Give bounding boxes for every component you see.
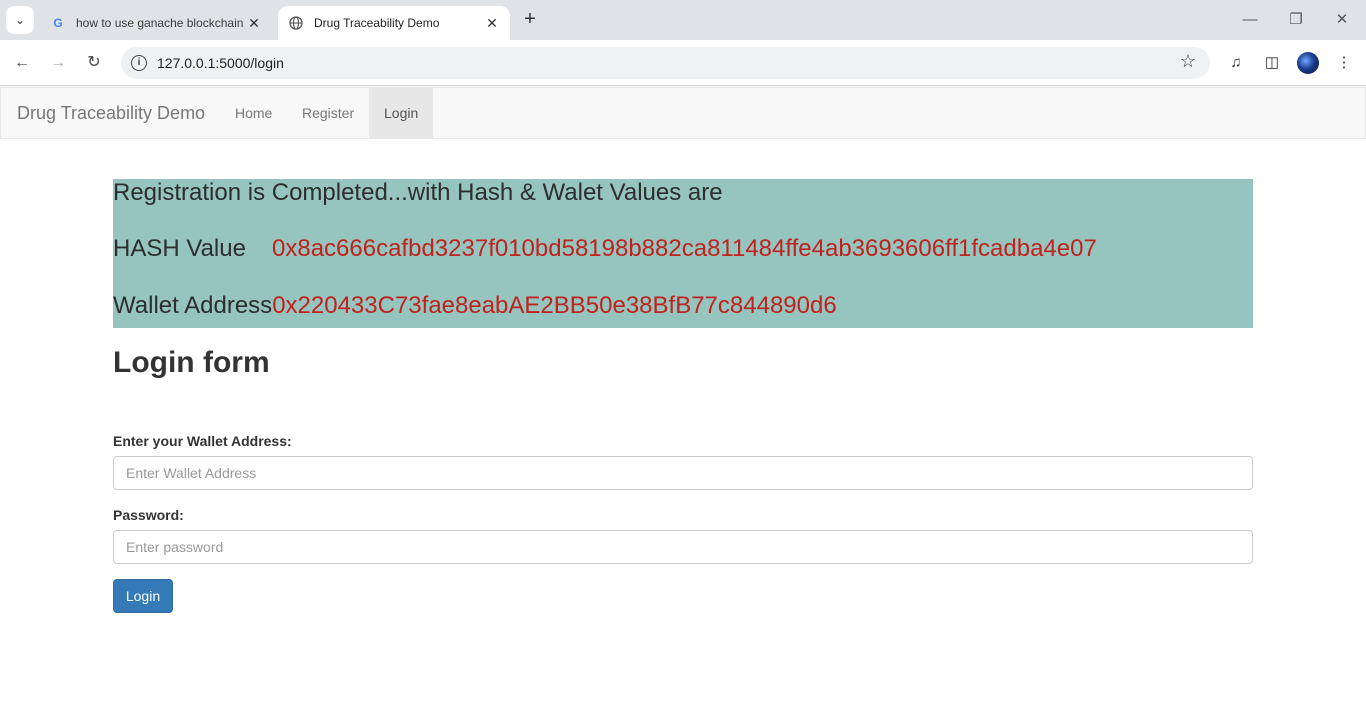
minimize-icon[interactable]: —	[1238, 8, 1262, 32]
browser-tab-drug-traceability[interactable]: Drug Traceability Demo ✕	[278, 6, 510, 40]
password-input[interactable]	[113, 530, 1253, 564]
profile-avatar[interactable]	[1297, 52, 1319, 74]
alert-message: Registration is Completed...with Hash & …	[113, 179, 723, 206]
close-icon[interactable]: ✕	[246, 15, 262, 32]
new-tab-button[interactable]: +	[518, 8, 542, 32]
window-close-icon[interactable]: ✕	[1330, 8, 1354, 32]
close-icon[interactable]: ✕	[484, 15, 500, 32]
reload-icon[interactable]: ↻	[82, 51, 106, 75]
site-brand[interactable]: Drug Traceability Demo	[17, 103, 205, 124]
login-button[interactable]: Login	[113, 579, 173, 613]
hash-label: HASH Value	[113, 235, 246, 262]
wallet-value: 0x220433C73fae8eabAE2BB50e38BfB77c844890…	[272, 292, 837, 319]
browser-tab-ganache[interactable]: G how to use ganache blockchain ✕	[40, 6, 272, 40]
tab-title: how to use ganache blockchain	[76, 16, 244, 30]
wallet-address-input[interactable]	[113, 456, 1253, 490]
page-title: Login form	[113, 346, 270, 379]
browser-toolbar: ← → ↻ i 127.0.0.1:5000/login ☆ ♫ ◫ ⋮	[0, 40, 1366, 86]
media-control-icon[interactable]: ♫	[1224, 51, 1248, 75]
google-icon: G	[53, 16, 63, 30]
forward-icon[interactable]: →	[46, 51, 70, 75]
address-bar[interactable]: i 127.0.0.1:5000/login ☆	[121, 47, 1210, 79]
hash-value: 0x8ac666cafbd3237f010bd58198b882ca811484…	[272, 235, 1097, 262]
registration-alert: Registration is Completed...with Hash & …	[113, 179, 1253, 328]
menu-kebab-icon[interactable]: ⋮	[1332, 51, 1356, 75]
password-label: Password:	[113, 507, 184, 523]
nav-link-home[interactable]: Home	[220, 88, 287, 138]
url-text: 127.0.0.1:5000/login	[157, 55, 284, 71]
browser-tab-bar: ⌄ G how to use ganache blockchain ✕ Drug…	[0, 0, 1366, 40]
site-navbar: Drug Traceability Demo Home Register Log…	[0, 87, 1366, 139]
side-panel-icon[interactable]: ◫	[1260, 51, 1284, 75]
wallet-row: Wallet Address0x220433C73fae8eabAE2BB50e…	[113, 292, 837, 320]
wallet-label: Wallet Address	[113, 292, 273, 319]
hash-row: HASH Value 0x8ac666cafbd3237f010bd58198b8…	[113, 235, 1097, 263]
nav-link-login[interactable]: Login	[369, 88, 434, 138]
bookmark-star-icon[interactable]: ☆	[1180, 51, 1196, 72]
site-info-icon[interactable]: i	[131, 55, 147, 71]
wallet-address-label: Enter your Wallet Address:	[113, 433, 292, 449]
nav-link-register[interactable]: Register	[287, 88, 369, 138]
tab-title: Drug Traceability Demo	[314, 16, 440, 30]
back-icon[interactable]: ←	[10, 51, 34, 75]
tab-search-icon[interactable]: ⌄	[6, 6, 34, 34]
globe-icon	[288, 15, 304, 31]
restore-icon[interactable]: ❐	[1284, 8, 1308, 32]
